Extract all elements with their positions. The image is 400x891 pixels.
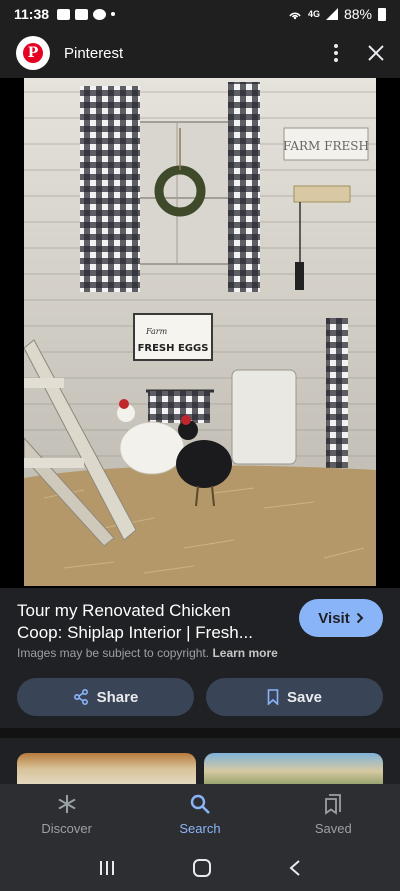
recent-apps-icon[interactable] xyxy=(98,859,116,877)
asterisk-icon xyxy=(58,794,76,813)
result-image[interactable]: FARM FRESH Farm FRESH EGGS xyxy=(24,78,376,586)
related-thumbnail[interactable] xyxy=(204,753,383,784)
save-label: Save xyxy=(286,688,323,706)
learn-more-link[interactable]: Learn more xyxy=(212,646,277,660)
site-name: Pinterest xyxy=(64,44,124,62)
hotspot-icon xyxy=(289,12,301,20)
chicken-coop-photo: FARM FRESH Farm FRESH EGGS xyxy=(24,78,376,586)
gallery-notification-icon xyxy=(57,8,71,20)
collections-icon xyxy=(325,793,342,815)
status-time: 11:38 xyxy=(14,6,50,22)
visit-button[interactable]: Visit xyxy=(299,599,383,637)
pinterest-logo-mark: P xyxy=(23,43,43,63)
app-header: P Pinterest xyxy=(0,28,400,78)
save-button[interactable]: Save xyxy=(206,678,383,716)
image-viewer[interactable]: FARM FRESH Farm FRESH EGGS xyxy=(0,78,400,648)
result-title[interactable]: Tour my Renovated Chicken Coop: Shiplap … xyxy=(17,600,277,644)
battery-percent: 88% xyxy=(343,6,372,22)
nav-discover-label: Discover xyxy=(41,820,92,836)
back-icon[interactable] xyxy=(288,859,302,877)
status-bar: 11:38 4G 88% xyxy=(0,0,400,28)
more-options-icon[interactable] xyxy=(334,44,338,62)
chevron-right-icon xyxy=(356,612,364,624)
signal-icon xyxy=(325,8,338,20)
share-label: Share xyxy=(96,688,139,706)
visit-label: Visit xyxy=(318,609,350,627)
nav-saved[interactable]: Saved xyxy=(267,784,400,844)
nav-search-label: Search xyxy=(179,820,221,836)
home-icon[interactable] xyxy=(192,858,212,878)
share-icon xyxy=(73,689,88,705)
battery-icon xyxy=(378,7,386,21)
search-icon xyxy=(190,794,210,814)
farm-fresh-sign: FARM FRESH xyxy=(283,139,369,153)
youtube-notification-icon xyxy=(75,8,89,20)
share-button[interactable]: Share xyxy=(17,678,194,716)
more-notifications-dot xyxy=(111,12,116,16)
whatsapp-notification-icon xyxy=(93,8,107,20)
nav-saved-label: Saved xyxy=(314,820,352,836)
related-results xyxy=(0,738,400,784)
copyright-text: Images may be subject to copyright. xyxy=(17,646,210,660)
pinterest-logo: P xyxy=(16,36,50,70)
section-divider xyxy=(0,728,400,738)
fresh-eggs-sign: FRESH EGGS xyxy=(138,343,209,354)
close-icon[interactable] xyxy=(368,45,384,61)
nav-discover[interactable]: Discover xyxy=(0,784,133,844)
bottom-nav: Discover Search Saved xyxy=(0,784,400,844)
copyright-notice: Images may be subject to copyright. Lear… xyxy=(17,646,278,660)
result-info-panel: Tour my Renovated Chicken Coop: Shiplap … xyxy=(0,588,400,728)
bookmark-icon xyxy=(267,689,279,705)
system-nav-bar xyxy=(0,844,400,891)
network-type: 4G xyxy=(307,9,320,19)
nav-search[interactable]: Search xyxy=(133,784,266,844)
related-thumbnail[interactable] xyxy=(17,753,196,784)
farm-sign-text: Farm xyxy=(145,327,168,336)
